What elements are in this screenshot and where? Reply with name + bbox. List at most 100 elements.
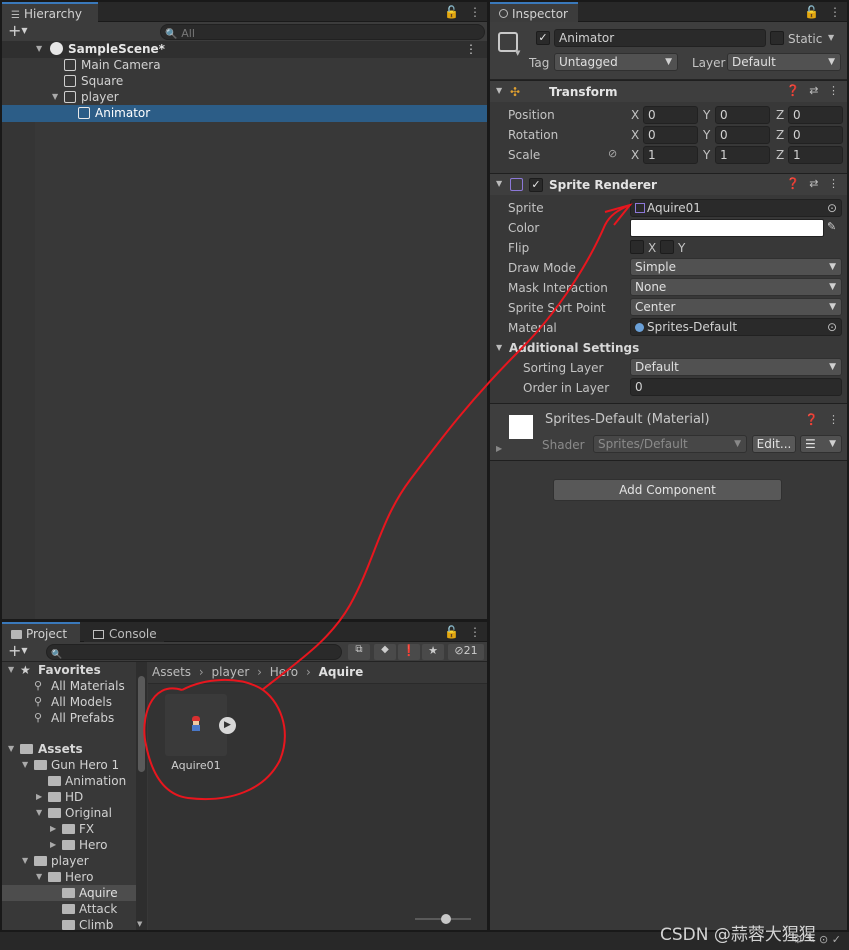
- expand-arrow-icon[interactable]: ▼: [36, 805, 42, 821]
- folder-item[interactable]: ▶ Hero: [2, 837, 136, 853]
- tree-scrollbar[interactable]: ▼: [136, 662, 147, 930]
- foldout-arrow-icon[interactable]: ▼: [496, 86, 502, 95]
- foldout-arrow-icon[interactable]: ▼: [496, 343, 502, 352]
- expand-arrow-icon[interactable]: ▼: [8, 662, 14, 678]
- asset-tile[interactable]: [165, 694, 227, 756]
- sprite-object-field[interactable]: Aquire01 ⊙: [630, 199, 842, 217]
- breadcrumb-item-current[interactable]: Aquire: [319, 665, 364, 679]
- layer-dropdown[interactable]: Default ▼: [727, 53, 841, 71]
- flip-y-checkbox[interactable]: [660, 240, 674, 254]
- create-button[interactable]: +▼: [8, 22, 28, 40]
- lock-icon[interactable]: 🔓: [444, 625, 459, 639]
- material-object-field[interactable]: Sprites-Default ⊙: [630, 318, 842, 336]
- folder-item[interactable]: ▶ FX: [2, 821, 136, 837]
- kebab-menu-icon[interactable]: ⋮: [828, 413, 839, 426]
- preset-icon[interactable]: ⇄: [809, 84, 818, 97]
- scale-z-field[interactable]: 1: [788, 146, 843, 164]
- help-icon[interactable]: ❓: [786, 177, 800, 190]
- tab-console[interactable]: Console: [84, 622, 164, 643]
- expand-arrow-icon[interactable]: ▼: [22, 757, 28, 773]
- folder-item[interactable]: Animation: [2, 773, 136, 789]
- constrain-proportions-icon[interactable]: ⊘: [608, 147, 617, 160]
- tab-hierarchy[interactable]: ☰ Hierarchy: [2, 2, 98, 23]
- breadcrumb-item[interactable]: Hero: [270, 665, 298, 679]
- kebab-menu-icon[interactable]: ⋮: [469, 5, 481, 19]
- position-z-field[interactable]: 0: [788, 106, 843, 124]
- scene-menu-icon[interactable]: ⋮: [465, 41, 477, 57]
- project-search-input[interactable]: 🔍: [46, 644, 342, 660]
- kebab-menu-icon[interactable]: ⋮: [828, 177, 839, 190]
- color-swatch[interactable]: [630, 219, 824, 237]
- tab-project[interactable]: Project: [2, 622, 80, 643]
- sprite-sort-point-dropdown[interactable]: Center ▼: [630, 298, 842, 316]
- scroll-down-icon[interactable]: ▼: [137, 920, 142, 928]
- additional-settings-label[interactable]: Additional Settings: [509, 340, 639, 356]
- hierarchy-search-input[interactable]: 🔍 All: [160, 24, 485, 40]
- expand-arrow-icon[interactable]: ▶: [50, 821, 56, 837]
- play-animation-icon[interactable]: ▶: [219, 717, 236, 734]
- label-filter-icon[interactable]: ◆: [374, 644, 396, 660]
- breadcrumb-item[interactable]: Assets: [152, 665, 191, 679]
- tree-scrollbar-thumb[interactable]: [138, 676, 145, 772]
- thumbnail-size-slider[interactable]: [415, 914, 471, 924]
- hierarchy-item-selected[interactable]: Animator: [2, 105, 487, 122]
- object-picker-icon[interactable]: ⊙: [827, 200, 837, 216]
- kebab-menu-icon[interactable]: ⋮: [469, 625, 481, 639]
- slider-handle[interactable]: [441, 914, 451, 924]
- help-icon[interactable]: ❓: [805, 413, 819, 426]
- expand-arrow-icon[interactable]: ▶: [36, 789, 42, 805]
- component-enabled-checkbox[interactable]: ✓: [529, 178, 543, 192]
- kebab-menu-icon[interactable]: ⋮: [828, 84, 839, 97]
- foldout-arrow-icon[interactable]: ▼: [496, 179, 502, 188]
- folder-item[interactable]: Climb: [2, 917, 136, 930]
- foldout-arrow-icon[interactable]: ▶: [496, 444, 502, 453]
- search-type-icon[interactable]: ⧉: [348, 644, 370, 660]
- scene-row[interactable]: ▼ SampleScene* ⋮: [2, 41, 487, 58]
- expand-arrow-icon[interactable]: ▼: [8, 741, 14, 757]
- folder-item[interactable]: Attack: [2, 901, 136, 917]
- warning-filter-icon[interactable]: ❗: [398, 644, 420, 660]
- static-checkbox[interactable]: [770, 31, 784, 45]
- rotation-y-field[interactable]: 0: [715, 126, 770, 144]
- order-in-layer-field[interactable]: 0: [630, 378, 842, 396]
- draw-mode-dropdown[interactable]: Simple ▼: [630, 258, 842, 276]
- assets-row[interactable]: ▼ Assets: [2, 741, 136, 757]
- object-picker-icon[interactable]: ⊙: [827, 319, 837, 335]
- mask-interaction-dropdown[interactable]: None ▼: [630, 278, 842, 296]
- position-y-field[interactable]: 0: [715, 106, 770, 124]
- hierarchy-item[interactable]: Square: [2, 73, 487, 89]
- breadcrumb-item[interactable]: player: [212, 665, 250, 679]
- expand-arrow-icon[interactable]: ▼: [36, 869, 42, 885]
- tag-dropdown[interactable]: Untagged ▼: [554, 53, 678, 71]
- expand-arrow-icon[interactable]: ▼: [52, 89, 58, 105]
- edit-shader-button[interactable]: Edit...: [752, 435, 796, 453]
- favorite-item[interactable]: ⚲ All Models: [2, 694, 136, 710]
- chevron-down-icon[interactable]: ▼: [515, 49, 520, 57]
- help-icon[interactable]: ❓: [786, 84, 800, 97]
- folder-item[interactable]: ▼ Gun Hero 1: [2, 757, 136, 773]
- shader-options-dropdown[interactable]: ☰ ▼: [800, 435, 842, 453]
- lock-icon[interactable]: 🔓: [804, 5, 819, 19]
- kebab-menu-icon[interactable]: ⋮: [829, 5, 841, 19]
- object-name-input[interactable]: Animator: [554, 29, 766, 47]
- folder-item[interactable]: ▼ Hero: [2, 869, 136, 885]
- favorite-item[interactable]: ⚲ All Prefabs: [2, 710, 136, 726]
- scale-x-field[interactable]: 1: [643, 146, 698, 164]
- folder-item[interactable]: ▼ player: [2, 853, 136, 869]
- rotation-z-field[interactable]: 0: [788, 126, 843, 144]
- folder-item[interactable]: ▼ Original: [2, 805, 136, 821]
- folder-item-selected[interactable]: Aquire: [2, 885, 136, 901]
- eyedropper-icon[interactable]: ✎: [827, 220, 836, 233]
- lock-icon[interactable]: 🔓: [444, 5, 459, 19]
- shader-dropdown[interactable]: Sprites/Default ▼: [593, 435, 747, 453]
- favorite-item[interactable]: ⚲ All Materials: [2, 678, 136, 694]
- favorite-star-icon[interactable]: ★: [422, 644, 444, 660]
- add-component-button[interactable]: Add Component: [553, 479, 782, 501]
- favorites-row[interactable]: ▼ ★ Favorites: [2, 662, 136, 678]
- hierarchy-item[interactable]: Main Camera: [2, 57, 487, 73]
- chevron-down-icon[interactable]: ▼: [828, 33, 834, 42]
- transform-header[interactable]: ▼ ✣ Transform ❓ ⇄ ⋮: [490, 80, 847, 102]
- tab-inspector[interactable]: Inspector: [490, 2, 578, 23]
- sorting-layer-dropdown[interactable]: Default ▼: [630, 358, 842, 376]
- scale-y-field[interactable]: 1: [715, 146, 770, 164]
